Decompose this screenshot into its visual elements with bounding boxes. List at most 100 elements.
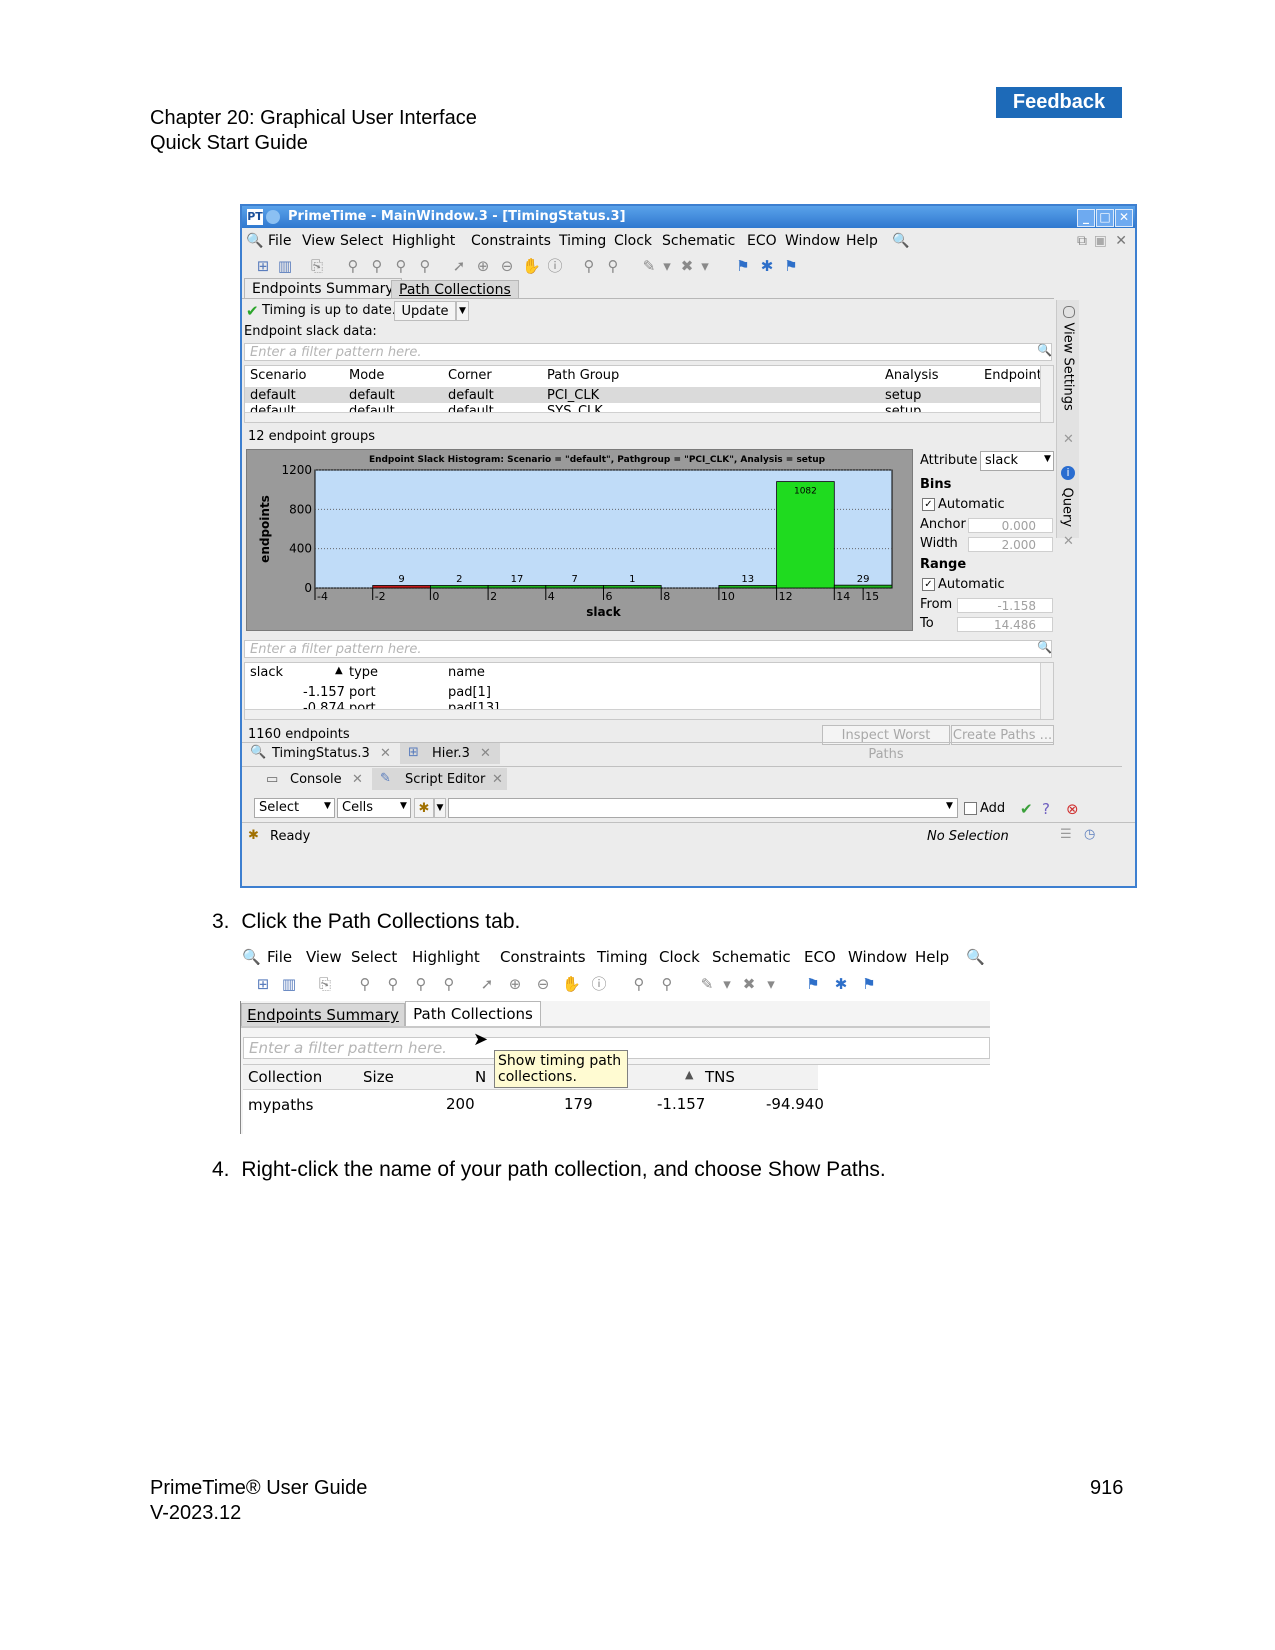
col-type[interactable]: type	[349, 665, 378, 680]
bug-icon[interactable]: ✱	[832, 975, 850, 993]
expand-icon[interactable]: ⚲	[630, 975, 648, 993]
table-row-cell[interactable]: default	[250, 388, 296, 403]
info-icon[interactable]: ⓘ	[546, 257, 564, 275]
highlight-dropdown-icon[interactable]: ▾	[658, 257, 676, 275]
close-tab-icon[interactable]: ✕	[480, 746, 491, 761]
table-row-cell[interactable]: -1.157	[657, 1095, 705, 1113]
highlight-dropdown-icon[interactable]: ▾	[718, 975, 736, 993]
hierarchy-icon[interactable]: ⊞	[254, 257, 272, 275]
tab-path-collections[interactable]: Path Collections	[391, 280, 519, 298]
highlight-icon[interactable]: ✎	[640, 257, 658, 275]
tab-path-collections[interactable]: Path Collections	[405, 1001, 541, 1027]
pick-dropdown-icon[interactable]: ▼	[434, 798, 446, 818]
feedback-button[interactable]: Feedback	[996, 87, 1122, 118]
menu-view[interactable]: View	[306, 948, 342, 966]
attribute-dropdown-icon[interactable]: ▼	[1044, 454, 1051, 464]
table-row-cell[interactable]: default	[448, 388, 494, 403]
range-automatic-checkbox[interactable]: ✓ Automatic	[922, 577, 1005, 592]
fanout-icon[interactable]: ⚲	[368, 257, 386, 275]
close-tab-icon[interactable]: ✕	[492, 772, 503, 787]
group-filter-input[interactable]: Enter a filter pattern here.	[244, 343, 1052, 361]
zoom-out-icon[interactable]: ⊖	[498, 257, 516, 275]
col-path-group[interactable]: Path Group	[547, 368, 619, 383]
col-mode[interactable]: Mode	[349, 368, 384, 383]
float-icon[interactable]: ⧉	[1077, 233, 1087, 249]
update-button[interactable]: Update	[394, 301, 456, 321]
tab-timing-status[interactable]: TimingStatus.3	[272, 746, 370, 761]
table-row-cell[interactable]: PCI_CLK	[547, 388, 599, 403]
table-row-cell[interactable]: setup	[885, 388, 921, 403]
find-icon[interactable]: 🔍	[892, 233, 909, 249]
anchor-spinner[interactable]: 0.000	[968, 518, 1053, 533]
col-tns[interactable]: TNS	[705, 1068, 735, 1086]
menu-select[interactable]: Select	[340, 233, 383, 249]
bins-automatic-checkbox[interactable]: ✓ Automatic	[922, 497, 1005, 512]
hierarchy-icon[interactable]: ⊞	[254, 975, 272, 993]
maximize-icon[interactable]: □	[1096, 209, 1114, 227]
report-icon[interactable]: ⎘	[316, 975, 334, 993]
close-view-settings-icon[interactable]: ✕	[1063, 432, 1074, 447]
menu-file[interactable]: File	[268, 233, 291, 249]
cancel-icon[interactable]: ⊗	[1066, 800, 1079, 818]
menu-timing[interactable]: Timing	[597, 948, 648, 966]
menu-view[interactable]: View	[302, 233, 335, 249]
fanout-icon[interactable]: ⚲	[384, 975, 402, 993]
attribute-select[interactable]: slack	[980, 451, 1054, 471]
menu-file[interactable]: File	[267, 948, 292, 966]
menu-clock[interactable]: Clock	[614, 233, 652, 249]
trace-icon[interactable]: ⚲	[412, 975, 430, 993]
zoom-in-icon[interactable]: ⊕	[506, 975, 524, 993]
minimize-icon[interactable]: _	[1077, 209, 1095, 227]
tab-endpoints-summary[interactable]: Endpoints Summary	[244, 278, 402, 298]
menu-select[interactable]: Select	[351, 948, 397, 966]
schematic-icon[interactable]: ▥	[276, 257, 294, 275]
col-name[interactable]: name	[448, 665, 485, 680]
col-corner[interactable]: Corner	[448, 368, 492, 383]
col-endpoints[interactable]: Endpoints	[984, 368, 1049, 383]
clear-highlight-icon[interactable]: ✖	[678, 257, 696, 275]
menu-constraints[interactable]: Constraints	[471, 233, 551, 249]
menu-constraints[interactable]: Constraints	[500, 948, 586, 966]
col-slack[interactable]: slack	[250, 665, 283, 680]
highlight-icon[interactable]: ✎	[698, 975, 716, 993]
col-n[interactable]: N	[475, 1068, 486, 1086]
menu-highlight[interactable]: Highlight	[412, 948, 480, 966]
pick-icon[interactable]: ✱	[414, 798, 434, 818]
table-row-cell[interactable]: -94.940	[766, 1095, 824, 1113]
trace2-icon[interactable]: ⚲	[416, 257, 434, 275]
horizontal-scrollbar[interactable]	[245, 709, 1041, 719]
flag-icon[interactable]: ⚑	[804, 975, 822, 993]
command-dropdown-icon[interactable]: ▼	[946, 801, 953, 811]
menu-window[interactable]: Window	[785, 233, 840, 249]
close-doc-icon[interactable]: ✕	[1115, 233, 1127, 249]
trace2-icon[interactable]: ⚲	[440, 975, 458, 993]
clear-dropdown-icon[interactable]: ▾	[762, 975, 780, 993]
window-menu-icon[interactable]	[266, 210, 280, 224]
restore-icon[interactable]: ▣	[1094, 233, 1107, 249]
zoom-out-icon[interactable]: ⊖	[534, 975, 552, 993]
menu-timing[interactable]: Timing	[559, 233, 606, 249]
pan-icon[interactable]: ✋	[522, 257, 541, 275]
flag-red-icon[interactable]: ⚑	[860, 975, 878, 993]
clock-icon[interactable]: ◷	[1084, 827, 1095, 842]
menu-schematic[interactable]: Schematic	[662, 233, 735, 249]
cells-dropdown-icon[interactable]: ▼	[400, 801, 407, 811]
from-spinner[interactable]: -1.158	[957, 598, 1053, 613]
add-checkbox[interactable]: Add	[964, 801, 1005, 816]
table-row-cell[interactable]: pad[1]	[448, 685, 491, 700]
vertical-scrollbar[interactable]	[1040, 366, 1053, 422]
menu-highlight[interactable]: Highlight	[392, 233, 455, 249]
to-spinner[interactable]: 14.486	[957, 617, 1053, 632]
find-icon[interactable]: 🔍	[966, 948, 985, 966]
expand-icon[interactable]: ⚲	[580, 257, 598, 275]
col-scenario[interactable]: Scenario	[250, 368, 307, 383]
help-icon[interactable]: ?	[1042, 800, 1050, 818]
command-input[interactable]	[448, 798, 958, 818]
bug-icon[interactable]: ✱	[758, 257, 776, 275]
pointer-icon[interactable]: ➚	[478, 975, 496, 993]
list-icon[interactable]: ☰	[1060, 827, 1072, 842]
pan-icon[interactable]: ✋	[562, 975, 581, 993]
table-row-cell[interactable]: default	[349, 388, 395, 403]
fanin-icon[interactable]: ⚲	[344, 257, 362, 275]
table-row-cell[interactable]: mypaths	[248, 1096, 313, 1114]
